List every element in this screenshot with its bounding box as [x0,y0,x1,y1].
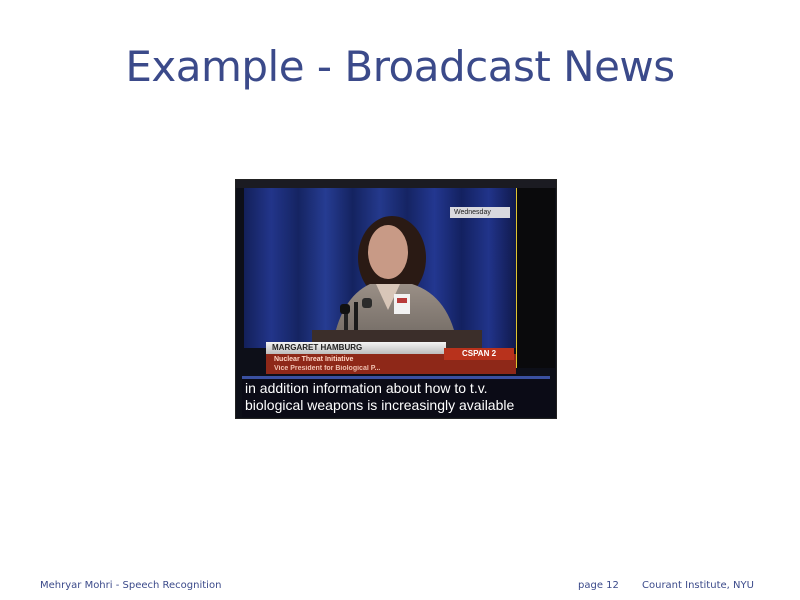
speaker-title-line: Vice President for Biological P... [274,365,381,372]
broadcast-video-frame: Wednesday MARGARET HAMBURG Nuclear Threa… [236,180,556,418]
footer-institution: Courant Institute, NYU [642,580,754,591]
network-logo: CSPAN 2 [444,348,514,360]
menu-item [517,198,555,208]
menu-item [517,188,555,198]
caption-line: biological weapons is increasingly avail… [245,397,515,413]
menu-item [517,238,555,248]
menu-item [517,258,555,268]
menu-item [517,208,555,218]
side-menu [516,188,555,368]
menu-item [517,228,555,238]
footer-page-number: page 12 [578,580,619,591]
speaker-org-line: Nuclear Threat Initiative [274,356,354,363]
closed-caption-box: in addition information about how to t.v… [242,376,550,417]
date-tag: Wednesday [450,207,510,218]
menu-item [517,248,555,258]
menu-item [517,218,555,228]
menu-item [517,278,555,288]
menu-item [517,268,555,278]
caption-line: in addition information about how to t.v… [245,380,488,396]
footer-author: Mehryar Mohri - Speech Recognition [40,580,222,591]
slide-title: Example - Broadcast News [125,42,675,91]
speaker-name-bar: MARGARET HAMBURG [266,342,446,354]
